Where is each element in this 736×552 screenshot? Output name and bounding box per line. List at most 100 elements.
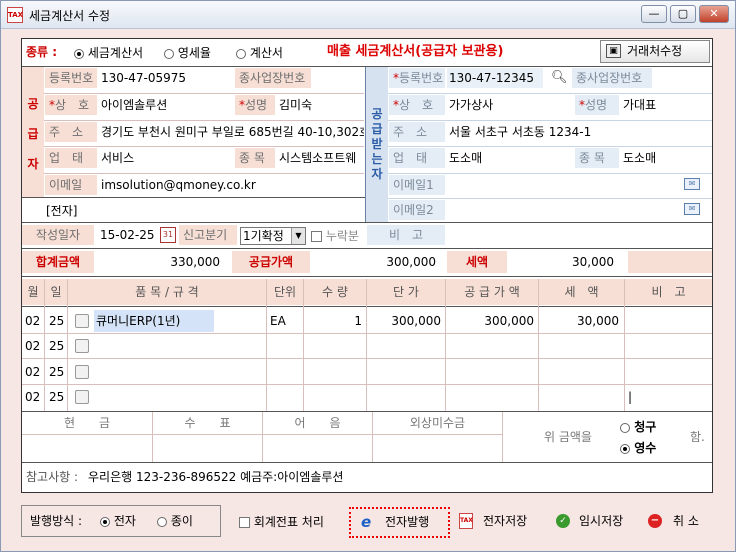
buyer-rep[interactable]: 가대표	[621, 95, 709, 115]
item-search-icon[interactable]	[75, 339, 89, 353]
credit-label: 외상미수금	[409, 416, 466, 430]
row-qty[interactable]: 1	[304, 310, 362, 332]
item-search-icon[interactable]	[75, 390, 89, 404]
side-char: 자	[371, 167, 383, 181]
vendor-icon: ▣	[606, 44, 621, 58]
temp-save-button[interactable]: 임시저장	[579, 514, 623, 528]
row-day[interactable]: 25	[49, 335, 64, 357]
row-unit[interactable]: EA	[270, 310, 286, 332]
totals-spacer	[628, 251, 712, 273]
row-day[interactable]: 25	[49, 310, 64, 332]
cash-value[interactable]	[22, 436, 152, 460]
bill-value[interactable]	[263, 436, 372, 460]
calendar-icon[interactable]: 31	[160, 227, 176, 243]
checkbox-icon	[239, 517, 250, 528]
divider	[266, 279, 267, 411]
row-remark[interactable]: |	[628, 386, 632, 408]
divider	[22, 197, 365, 198]
title-bar: TAX 세금계산서 수정 — ▢ ✕	[1, 1, 735, 29]
issue-method-group: 발행방식 : 전자 종이	[21, 505, 221, 537]
divider	[303, 279, 304, 411]
close-button[interactable]: ✕	[699, 5, 729, 23]
supplier-item-label: 종 목	[235, 148, 275, 168]
type-radio-zero[interactable]: 영세율	[164, 44, 211, 62]
issue-method-label: 발행방식 :	[30, 514, 83, 528]
divider	[388, 146, 712, 147]
item-search-icon[interactable]	[75, 314, 89, 328]
issue-paper-radio[interactable]: 종이	[157, 514, 193, 528]
row-month[interactable]: 02	[25, 335, 40, 357]
row-day[interactable]: 25	[49, 361, 64, 383]
side-char: 받	[371, 137, 383, 151]
supplier-addr[interactable]: 경기도 부천시 원미구 부일로 685번길 40-10,302호	[99, 122, 364, 142]
divider	[388, 173, 712, 174]
receipt-radio[interactable]: 영수	[620, 440, 656, 456]
divider	[22, 222, 712, 223]
buyer-name-label: *상 호	[389, 95, 445, 115]
supplier-item[interactable]: 시스템소프트웨	[277, 148, 363, 168]
row-month[interactable]: 02	[25, 361, 40, 383]
note-label: 참고사항 :	[26, 470, 79, 484]
divider	[445, 279, 446, 411]
search-icon[interactable]: 🔍︎	[551, 70, 568, 86]
maximize-button[interactable]: ▢	[670, 5, 696, 23]
invoice-form: 종류 : 세금계산서 영세율 계산서 매출 세금계산서(공급자 보관용) ▣ 거…	[21, 38, 713, 493]
buyer-name[interactable]: 가가상사	[447, 95, 573, 115]
divider	[502, 412, 503, 462]
mail-icon[interactable]: ✉	[684, 203, 700, 215]
buyer-item[interactable]: 도소매	[621, 148, 709, 168]
supplier-email[interactable]: imsolution@qmoney.co.kr	[99, 175, 363, 195]
type-option-label: 계산서	[249, 46, 283, 60]
divider	[22, 358, 712, 359]
issue-electronic-radio[interactable]: 전자	[100, 514, 136, 528]
row-item[interactable]: 큐머니ERP(1년)	[94, 310, 214, 332]
label-text: 상 호	[399, 98, 434, 112]
supplier-cond[interactable]: 서비스	[99, 148, 234, 168]
minimize-button[interactable]: —	[641, 5, 667, 23]
supplier-cond-label: 업 태	[45, 148, 97, 168]
row-month[interactable]: 02	[25, 310, 40, 332]
buyer-regno[interactable]: 130-47-12345	[447, 68, 543, 88]
buyer-addr[interactable]: 서울 서초구 서초동 1234-1	[447, 122, 709, 142]
buyer-rep-label: *성명	[575, 95, 619, 115]
row-price[interactable]: 300,000	[367, 310, 441, 332]
e-save-button[interactable]: 전자저장	[483, 514, 527, 528]
type-radio-bill[interactable]: 계산서	[236, 44, 283, 62]
supplier-regno[interactable]: 130-47-05975	[99, 68, 234, 88]
buyer-email2-label: 이메일2	[389, 200, 445, 220]
period-value: 1기확정	[243, 229, 284, 243]
buyer-cond[interactable]: 도소매	[447, 148, 573, 168]
cancel-button[interactable]: 취 소	[673, 514, 699, 528]
credit-value[interactable]	[373, 436, 502, 460]
supplier-email-label: 이메일	[45, 175, 97, 195]
item-search-icon[interactable]	[75, 365, 89, 379]
date-field[interactable]: 15-02-25	[98, 225, 158, 245]
row-month[interactable]: 02	[25, 386, 40, 408]
check-value[interactable]	[153, 436, 262, 460]
e-issue-button[interactable]: e 전자발행	[349, 507, 450, 538]
divider	[44, 93, 364, 94]
supplier-name[interactable]: 아이엠솔루션	[99, 95, 234, 115]
voucher-checkbox[interactable]: 회계전표 처리	[239, 515, 324, 529]
divider	[388, 93, 712, 94]
radio-icon	[620, 443, 630, 454]
side-char: 자	[27, 157, 39, 171]
row-supply[interactable]: 300,000	[446, 310, 534, 332]
bill-label: 어 음	[294, 416, 341, 430]
e-issue-label: 전자발행	[385, 515, 430, 529]
divider	[624, 279, 625, 411]
total-label: 합계금액	[22, 251, 94, 273]
type-radio-tax[interactable]: 세금계산서	[74, 44, 143, 62]
period-select[interactable]: 1기확정 ▼	[240, 227, 306, 245]
row-day[interactable]: 25	[49, 386, 64, 408]
col-remark: 비 고	[625, 279, 712, 305]
claim-radio[interactable]: 청구	[620, 419, 656, 435]
radio-icon	[620, 422, 630, 433]
row-tax[interactable]: 30,000	[539, 310, 619, 332]
omit-checkbox[interactable]: 누락분	[311, 229, 359, 243]
vendor-edit-button[interactable]: ▣ 거래처수정	[600, 40, 710, 63]
supplier-rep[interactable]: 김미숙	[277, 95, 363, 115]
window-title: 세금계산서 수정	[29, 9, 111, 23]
note-text[interactable]: 우리은행 123-236-896522 예금주:아이엠솔루션	[88, 468, 343, 486]
mail-icon[interactable]: ✉	[684, 178, 700, 190]
